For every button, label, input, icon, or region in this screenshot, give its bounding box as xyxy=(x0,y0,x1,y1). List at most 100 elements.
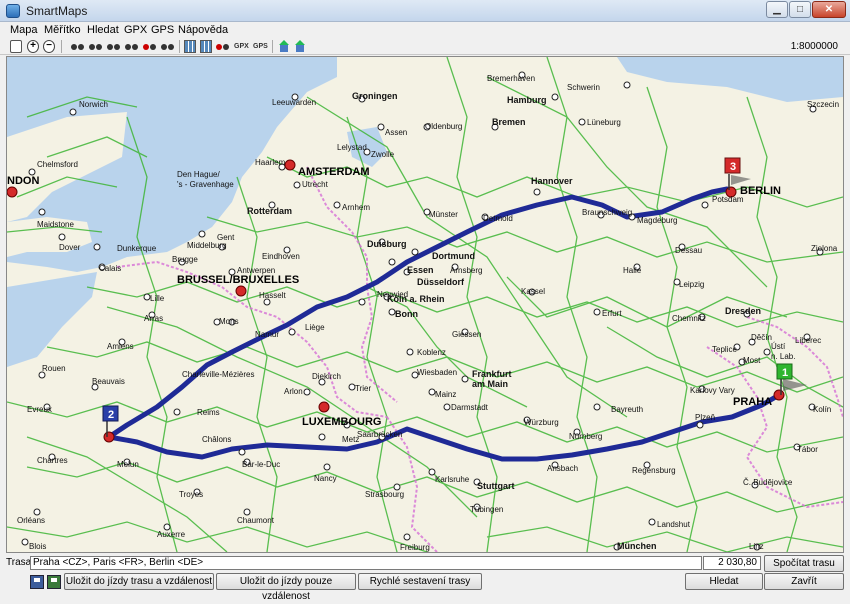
amsterdam-dot xyxy=(284,159,296,171)
menu-hledat[interactable]: Hledat xyxy=(87,24,119,36)
svg-text:Liège: Liège xyxy=(305,323,325,332)
svg-text:Arras: Arras xyxy=(144,314,163,323)
menu-gps[interactable]: GPS xyxy=(151,24,174,36)
zoom-in-icon[interactable]: + xyxy=(27,40,39,53)
binoculars-icon[interactable] xyxy=(161,40,175,53)
city-label-praha: PRAHA xyxy=(733,396,772,408)
svg-text:Stuttgart: Stuttgart xyxy=(477,481,515,491)
menu-gpx[interactable]: GPX xyxy=(124,24,147,36)
svg-text:Rotterdam: Rotterdam xyxy=(247,206,292,216)
close-button[interactable]: Zavřít xyxy=(764,573,844,590)
svg-text:Liberec: Liberec xyxy=(795,336,821,345)
svg-text:Zielona: Zielona xyxy=(811,244,838,253)
city-label-london: NDON xyxy=(7,175,39,187)
svg-text:Auxerre: Auxerre xyxy=(157,530,186,539)
waypoint-flag-icon[interactable] xyxy=(216,40,230,53)
svg-text:Haarlem: Haarlem xyxy=(255,158,286,167)
menu-meritko[interactable]: Měřítko xyxy=(44,24,81,36)
zoom-out-icon[interactable]: − xyxy=(43,40,55,53)
map-view[interactable]: AMSTERDAM BRUSSEL/BRUXELLES LUXEMBOURG B… xyxy=(6,56,844,553)
minimize-button[interactable]: ▁ xyxy=(766,1,788,18)
svg-text:Diekirch: Diekirch xyxy=(312,372,341,381)
menu-mapa[interactable]: Mapa xyxy=(10,24,38,36)
paris-dot xyxy=(103,431,115,443)
window-title: SmartMaps xyxy=(26,4,88,18)
svg-text:Lüneburg: Lüneburg xyxy=(587,118,621,127)
svg-text:am Main: am Main xyxy=(472,379,508,389)
london-dot xyxy=(7,186,18,198)
svg-text:Amiens: Amiens xyxy=(107,342,134,351)
app-icon xyxy=(6,4,20,18)
svg-text:Chaumont: Chaumont xyxy=(237,516,275,525)
route-list-icon[interactable] xyxy=(184,40,196,53)
title-bar: SmartMaps ▁ □ ✕ xyxy=(0,0,850,22)
svg-text:Dresden: Dresden xyxy=(725,306,761,316)
svg-text:'s - Gravenhage: 's - Gravenhage xyxy=(177,180,234,189)
toolbar-separator xyxy=(179,40,180,53)
distance-field[interactable]: 2 030,80 xyxy=(703,556,761,570)
svg-text:Koblenz: Koblenz xyxy=(417,348,446,357)
gps-icon[interactable]: GPS xyxy=(253,40,268,53)
route-field[interactable]: Praha <CZ>, Paris <FR>, Berlin <DE> xyxy=(30,556,702,570)
binoculars-red-icon[interactable] xyxy=(143,40,157,53)
svg-text:Reims: Reims xyxy=(197,408,220,417)
svg-text:Groningen: Groningen xyxy=(352,91,398,101)
svg-text:Maidstone: Maidstone xyxy=(37,220,74,229)
svg-text:Giessen: Giessen xyxy=(452,330,481,339)
save-distance-only-button[interactable]: Uložit do jízdy pouze vzdálenost xyxy=(216,573,356,602)
route-table-icon[interactable] xyxy=(200,40,212,53)
menu-napoveda[interactable]: Nápověda xyxy=(178,24,228,36)
svg-text:Dunkerque: Dunkerque xyxy=(117,244,157,253)
svg-text:Namur: Namur xyxy=(255,330,279,339)
luxembourg-dot xyxy=(318,401,330,413)
quick-route-button[interactable]: Rychlé sestavení trasy xyxy=(358,573,482,590)
svg-text:Tübingen: Tübingen xyxy=(470,505,503,514)
svg-text:n. Lab.: n. Lab. xyxy=(771,352,795,361)
svg-text:1: 1 xyxy=(782,367,788,379)
svg-text:Bremen: Bremen xyxy=(492,117,526,127)
map-canvas[interactable]: AMSTERDAM BRUSSEL/BRUXELLES LUXEMBOURG B… xyxy=(7,57,843,552)
svg-text:Hasselt: Hasselt xyxy=(259,291,286,300)
svg-text:Bayreuth: Bayreuth xyxy=(611,405,643,414)
binoculars-icon[interactable] xyxy=(89,40,103,53)
toolbar: + − GPX GPS 1:8000000 xyxy=(0,39,850,55)
svg-text:2: 2 xyxy=(108,409,114,421)
svg-text:Chartres: Chartres xyxy=(37,456,68,465)
home-alt-icon[interactable] xyxy=(294,40,306,53)
svg-text:Plzeň: Plzeň xyxy=(695,413,715,422)
close-window-button[interactable]: ✕ xyxy=(812,1,846,18)
svg-text:Würzburg: Würzburg xyxy=(524,418,559,427)
maximize-button[interactable]: □ xyxy=(789,1,811,18)
svg-text:Linz: Linz xyxy=(749,542,764,551)
save-disk-alt-icon[interactable] xyxy=(47,575,61,589)
svg-text:Tábor: Tábor xyxy=(797,445,818,454)
svg-text:Middelburg: Middelburg xyxy=(187,241,227,250)
svg-text:Braunschweig: Braunschweig xyxy=(582,208,632,217)
search-button[interactable]: Hledat xyxy=(685,573,763,590)
svg-text:Duisburg: Duisburg xyxy=(367,239,407,249)
svg-text:Halle: Halle xyxy=(623,266,642,275)
save-route-distance-button[interactable]: Uložit do jízdy trasu a vzdálenost xyxy=(64,573,214,590)
svg-text:Dortmund: Dortmund xyxy=(432,251,475,261)
binoculars-icon[interactable] xyxy=(71,40,85,53)
gpx-icon[interactable]: GPX xyxy=(234,40,249,53)
svg-text:Detmold: Detmold xyxy=(483,214,513,223)
svg-text:Darmstadt: Darmstadt xyxy=(451,403,489,412)
svg-text:Strasbourg: Strasbourg xyxy=(365,490,404,499)
svg-text:Antwerpen: Antwerpen xyxy=(237,266,275,275)
svg-text:Landshut: Landshut xyxy=(657,520,691,529)
city-label-berlin: BERLIN xyxy=(740,185,781,197)
save-disk-icon[interactable] xyxy=(30,575,44,589)
svg-text:Kassel: Kassel xyxy=(521,287,545,296)
trasa-label: Trasa xyxy=(6,557,32,568)
home-icon[interactable] xyxy=(278,40,290,53)
svg-text:Lille: Lille xyxy=(150,294,165,303)
compute-route-button[interactable]: Spočítat trasu xyxy=(764,555,844,572)
svg-text:Brugge: Brugge xyxy=(172,255,198,264)
export-icon[interactable] xyxy=(10,40,22,53)
svg-text:Bremerhaven: Bremerhaven xyxy=(487,74,535,83)
binoculars-icon[interactable] xyxy=(107,40,121,53)
binoculars-icon[interactable] xyxy=(125,40,139,53)
svg-text:3: 3 xyxy=(730,161,736,173)
svg-text:Den Hague/: Den Hague/ xyxy=(177,170,220,179)
